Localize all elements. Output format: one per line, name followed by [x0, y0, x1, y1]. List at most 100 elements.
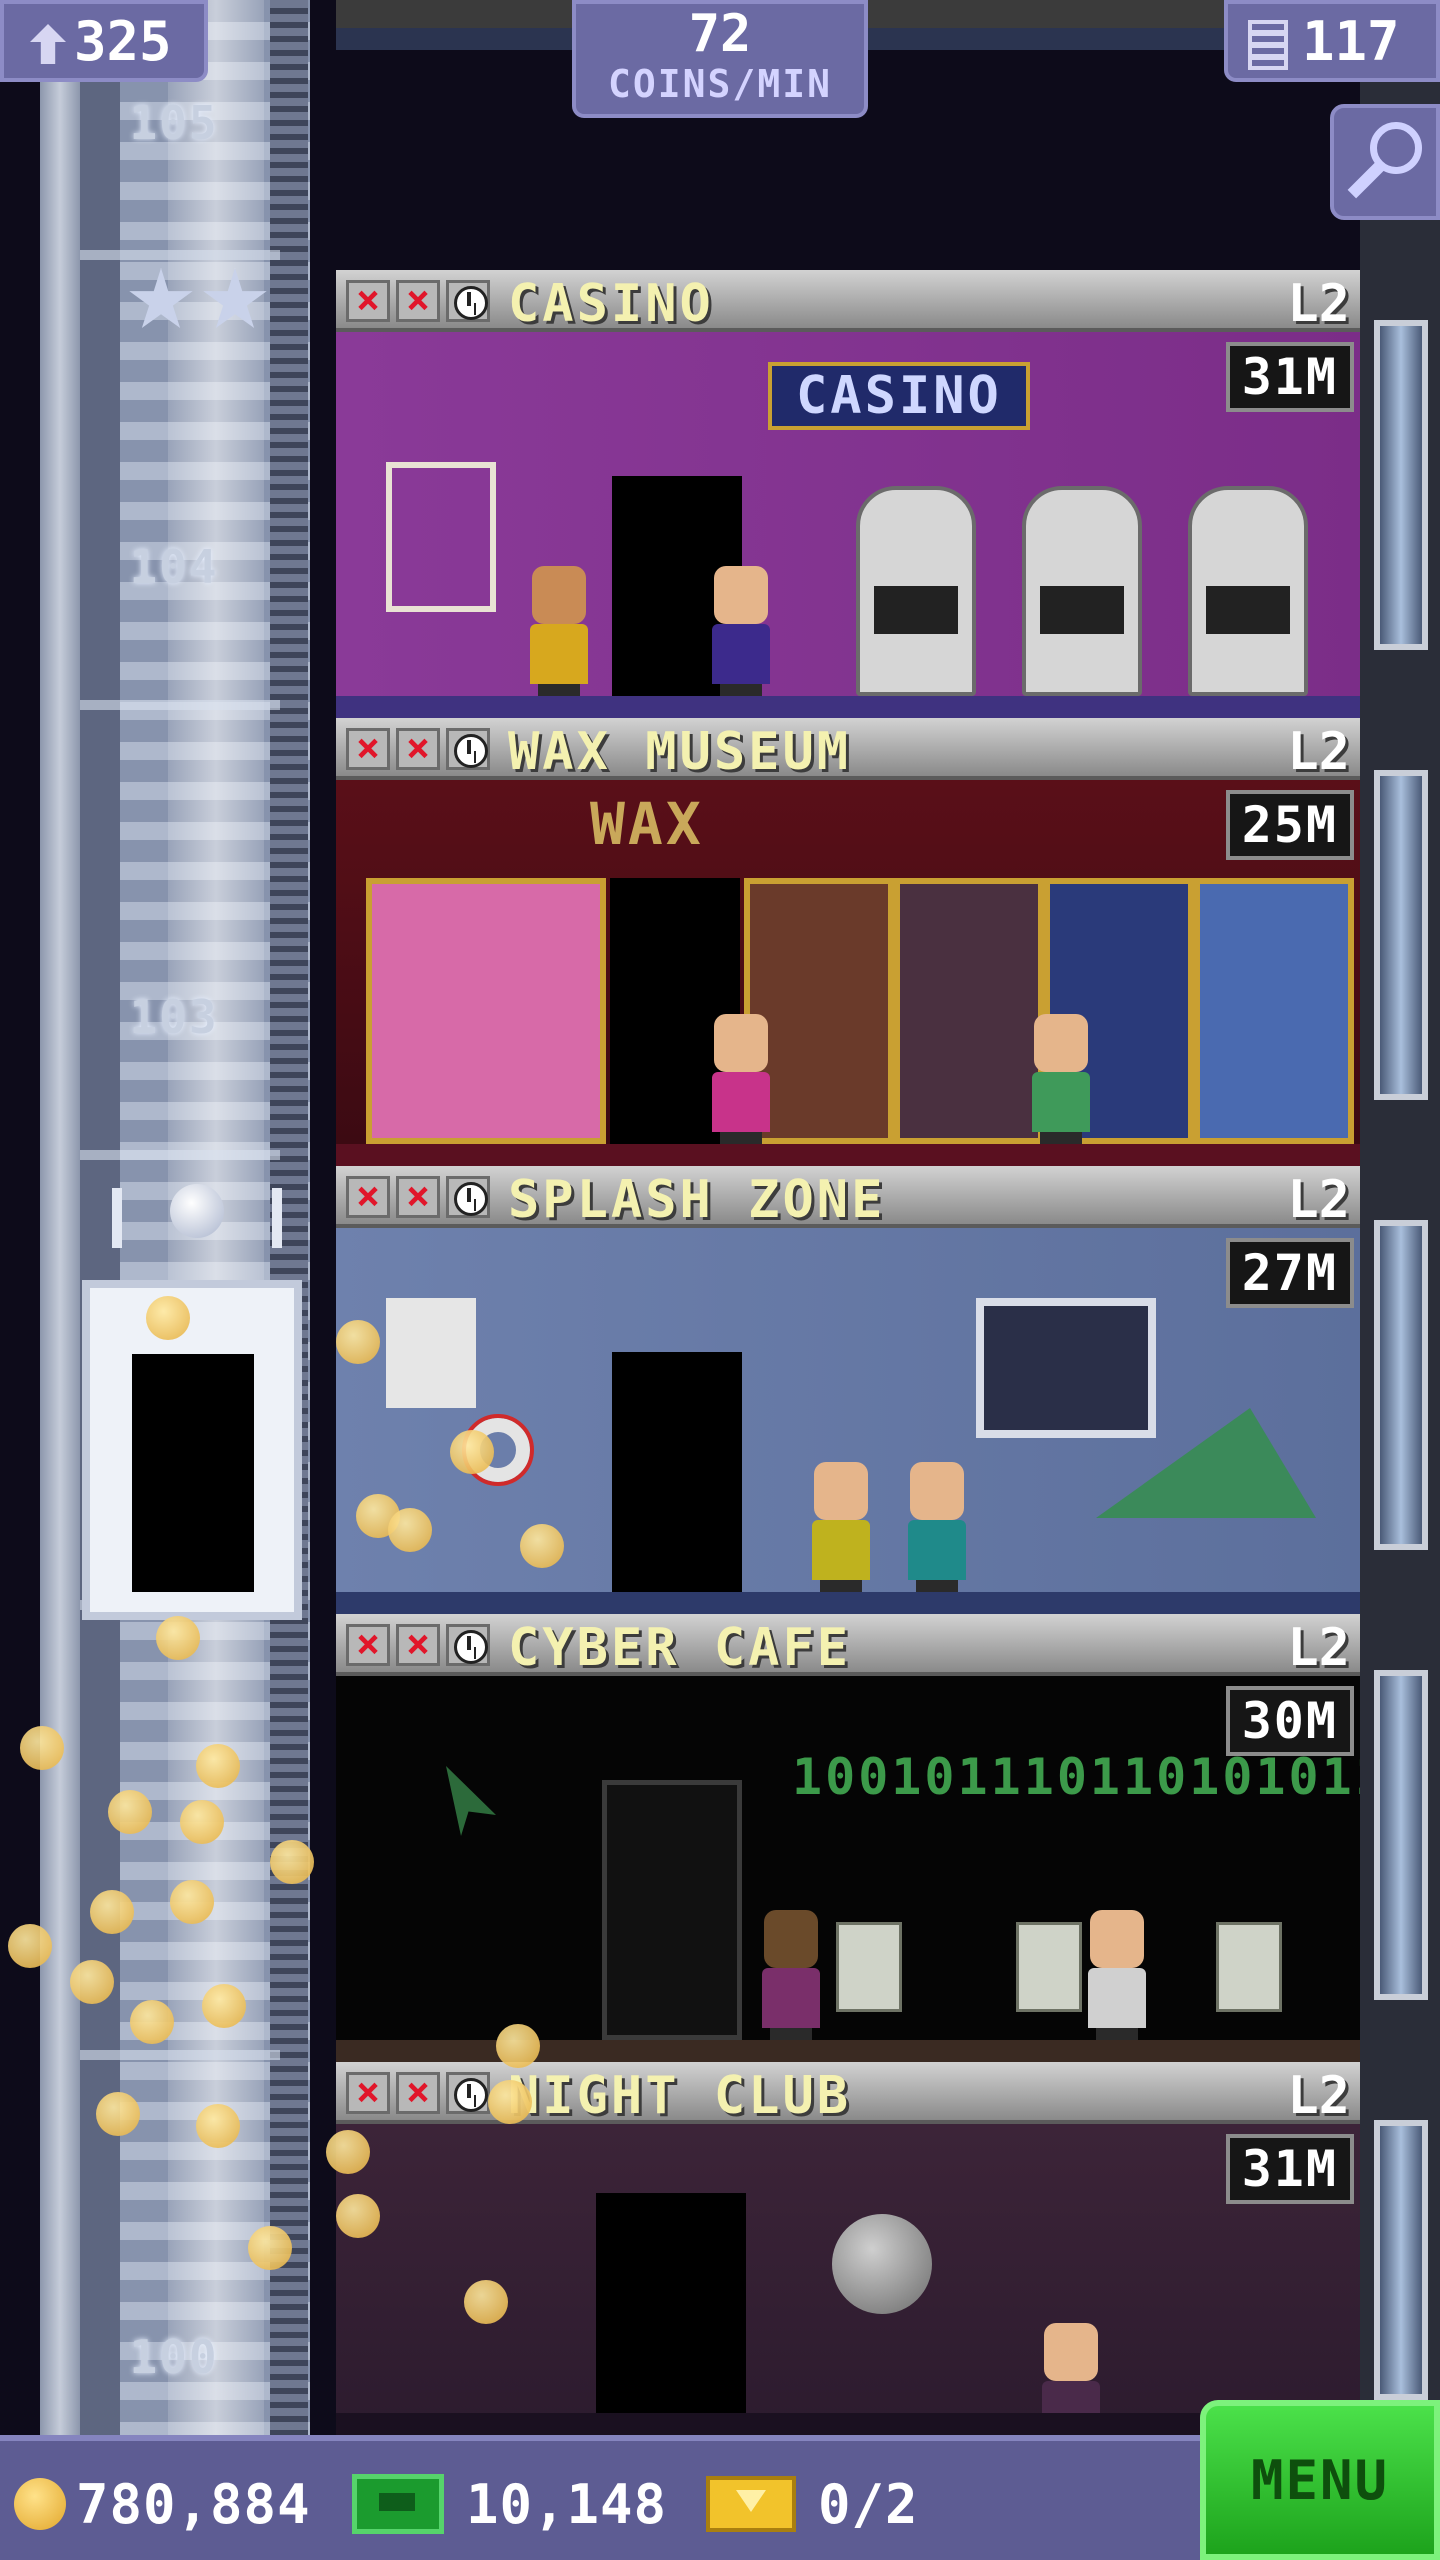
- floor-name: CYBER CAFE: [508, 1618, 852, 1678]
- bitizen-body: [908, 1520, 966, 1580]
- floor-status-icons: × ×: [346, 2072, 490, 2114]
- floor-casino[interactable]: × × CASINO L2 CASINO 31M: [336, 270, 1360, 718]
- bitizen[interactable]: [524, 566, 594, 696]
- coin-particle: [196, 2104, 240, 2148]
- population-value: 325: [74, 10, 172, 73]
- bitizen-body: [762, 1968, 820, 2028]
- floor-scene: CASINO: [336, 332, 1360, 718]
- floor-scene: [336, 1228, 1360, 1614]
- search-button[interactable]: [1330, 104, 1440, 220]
- bitizen[interactable]: [756, 1910, 826, 2040]
- bitizen-head: [764, 1910, 818, 1968]
- bitizen-legs: [770, 2028, 812, 2040]
- doorway: [596, 2193, 746, 2413]
- coin-particle: [196, 1744, 240, 1788]
- coin-particle: [520, 1524, 564, 1568]
- shaft-rail-left: [40, 0, 80, 2435]
- floor-scene: 100101110110101011: [336, 1676, 1360, 2062]
- coins-display[interactable]: 780,884: [14, 2469, 311, 2539]
- coin-particle: [202, 1984, 246, 2028]
- coin-particle: [248, 2226, 292, 2270]
- menu-button[interactable]: MENU: [1200, 2400, 1440, 2560]
- bitizen-body: [712, 1072, 770, 1132]
- bitizen[interactable]: [902, 1462, 972, 1592]
- window: [976, 1298, 1156, 1438]
- wax-exhibit: [366, 878, 606, 1144]
- x-icon: ×: [346, 728, 390, 770]
- floor-header: × × WAX MUSEUM L2: [336, 718, 1360, 782]
- search-icon-handle: [1347, 161, 1385, 199]
- wall-notice: [386, 1298, 476, 1408]
- bitizen-head: [910, 1462, 964, 1520]
- tower-right-wall: [1360, 0, 1440, 2435]
- coin-particle: [170, 1880, 214, 1924]
- x-icon: ×: [396, 2072, 440, 2114]
- bitizen[interactable]: [806, 1462, 876, 1592]
- coin-particle: [130, 2000, 174, 2044]
- x-icon: ×: [346, 1176, 390, 1218]
- bitizen-legs: [1040, 1132, 1082, 1144]
- slot-screen: [1040, 586, 1124, 634]
- doorway: [602, 1780, 742, 2040]
- bitizen-head: [714, 566, 768, 624]
- floors-counter[interactable]: 117: [1224, 0, 1440, 82]
- floor-level: L2: [1287, 1618, 1350, 1678]
- floor-line: [336, 2040, 1360, 2062]
- wall-poster: [386, 462, 496, 612]
- bitizen[interactable]: [1036, 2323, 1106, 2413]
- population-counter[interactable]: 325: [0, 0, 208, 82]
- floor-level: L2: [1287, 1170, 1350, 1230]
- floor-name: SPLASH ZONE: [508, 1170, 886, 1230]
- coin-particle: [336, 1320, 380, 1364]
- bitizen-head: [814, 1462, 868, 1520]
- tickets-display[interactable]: 0/2: [706, 2469, 919, 2539]
- floor-splash-zone[interactable]: × × SPLASH ZONE L2 27M: [336, 1166, 1360, 1614]
- floor-cyber-cafe[interactable]: × × CYBER CAFE L2 100101110110101011 30M: [336, 1614, 1360, 2062]
- floor-sign: WAX: [590, 790, 704, 858]
- coin-particle: [388, 1508, 432, 1552]
- floor-price: 30M: [1225, 1686, 1354, 1756]
- bux-value: 10,148: [466, 2472, 668, 2536]
- coin-icon: [14, 2478, 66, 2530]
- floor-status-icons: × ×: [346, 728, 490, 770]
- bitizen-head: [714, 1014, 768, 1072]
- bux-display[interactable]: 10,148: [352, 2469, 667, 2539]
- x-icon: ×: [346, 2072, 390, 2114]
- elevator-car[interactable]: [82, 1280, 302, 1620]
- side-window: [1374, 1670, 1428, 2000]
- floor-name: NIGHT CLUB: [508, 2066, 852, 2126]
- slot-screen: [874, 586, 958, 634]
- coin-particle: [450, 1430, 494, 1474]
- floor-number-104: 104: [129, 540, 219, 594]
- tickets-value: 0/2: [818, 2472, 919, 2536]
- bitizen[interactable]: [1082, 1910, 1152, 2040]
- bitizen[interactable]: [706, 566, 776, 696]
- elevator-motor: [112, 1178, 282, 1258]
- coin-particle: [146, 1296, 190, 1340]
- motor-bar: [112, 1188, 122, 1248]
- wax-exhibit: [894, 878, 1044, 1144]
- floor-line: [336, 1592, 1360, 1614]
- clock-icon: [446, 280, 490, 322]
- shaft-ledge: [80, 250, 280, 260]
- floor-night-club[interactable]: × × NIGHT CLUB L2 31M: [336, 2062, 1360, 2435]
- bitizen[interactable]: [706, 1014, 776, 1144]
- floor-line: [336, 696, 1360, 718]
- star-icon: [129, 268, 193, 329]
- bitizen-body: [1032, 1072, 1090, 1132]
- bitizen-head: [532, 566, 586, 624]
- floor-level: L2: [1287, 274, 1350, 334]
- slot-machine: [1188, 486, 1308, 696]
- floor-sign: 100101110110101011: [792, 1748, 1360, 1806]
- wax-exhibit: [1194, 878, 1354, 1144]
- tower: × × CASINO L2 CASINO 31M × × WAX MUSEUM …: [336, 0, 1360, 2435]
- floor-header: × × CASINO L2: [336, 270, 1360, 334]
- floor-header: × × CYBER CAFE L2: [336, 1614, 1360, 1678]
- floor-wax-museum[interactable]: × × WAX MUSEUM L2 WAX 25M: [336, 718, 1360, 1166]
- coin-particle: [326, 2130, 370, 2174]
- bitizen-head: [1090, 1910, 1144, 1968]
- side-window: [1374, 770, 1428, 1100]
- x-icon: ×: [396, 280, 440, 322]
- motor-bar: [272, 1188, 282, 1248]
- bitizen[interactable]: [1026, 1014, 1096, 1144]
